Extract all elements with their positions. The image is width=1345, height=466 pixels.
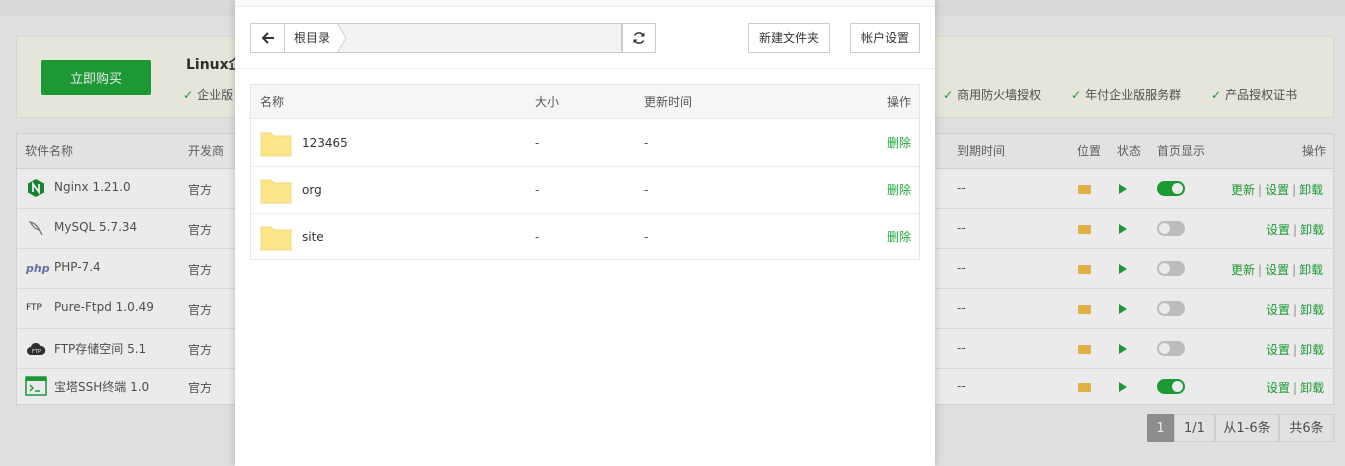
column-actions: 操作 [886, 95, 911, 109]
arrow-left-icon [261, 32, 274, 44]
account-settings-button[interactable]: 帐户设置 [850, 23, 920, 53]
file-row[interactable]: 123465 - - 删除 [251, 120, 919, 167]
file-browser-dialog: 根目录 新建文件夹 帐户设置 名称 大小 更新时间 操作 123465 - - … [235, 0, 935, 466]
file-name[interactable]: org [302, 167, 322, 214]
file-size: - [535, 136, 540, 150]
delete-link[interactable]: 删除 [887, 214, 911, 261]
file-name[interactable]: site [302, 214, 324, 261]
dialog-top-edge [235, 0, 935, 7]
file-time: - [644, 230, 649, 244]
new-folder-button[interactable]: 新建文件夹 [748, 23, 830, 53]
refresh-icon [633, 32, 645, 44]
folder-icon [260, 179, 292, 204]
breadcrumb-root[interactable]: 根目录 [285, 24, 340, 52]
folder-icon [260, 226, 292, 251]
breadcrumb-separator-icon [334, 24, 347, 52]
column-name: 名称 [260, 95, 285, 109]
file-name[interactable]: 123465 [302, 120, 348, 167]
file-table: 名称 大小 更新时间 操作 123465 - - 删除 org - - 删除 s… [250, 84, 920, 260]
column-time: 更新时间 [644, 95, 693, 109]
file-size: - [535, 230, 540, 244]
refresh-button[interactable] [622, 23, 656, 53]
divider [235, 68, 935, 69]
back-button[interactable] [250, 23, 284, 53]
delete-link[interactable]: 删除 [887, 167, 911, 214]
breadcrumb: 根目录 [284, 23, 622, 53]
file-row[interactable]: site - - 删除 [251, 214, 919, 261]
file-time: - [644, 183, 649, 197]
file-size: - [535, 183, 540, 197]
file-time: - [644, 136, 649, 150]
delete-link[interactable]: 删除 [887, 120, 911, 167]
folder-icon [260, 132, 292, 157]
column-size: 大小 [535, 95, 560, 109]
file-row[interactable]: org - - 删除 [251, 167, 919, 214]
file-table-header: 名称 大小 更新时间 操作 [251, 85, 919, 119]
